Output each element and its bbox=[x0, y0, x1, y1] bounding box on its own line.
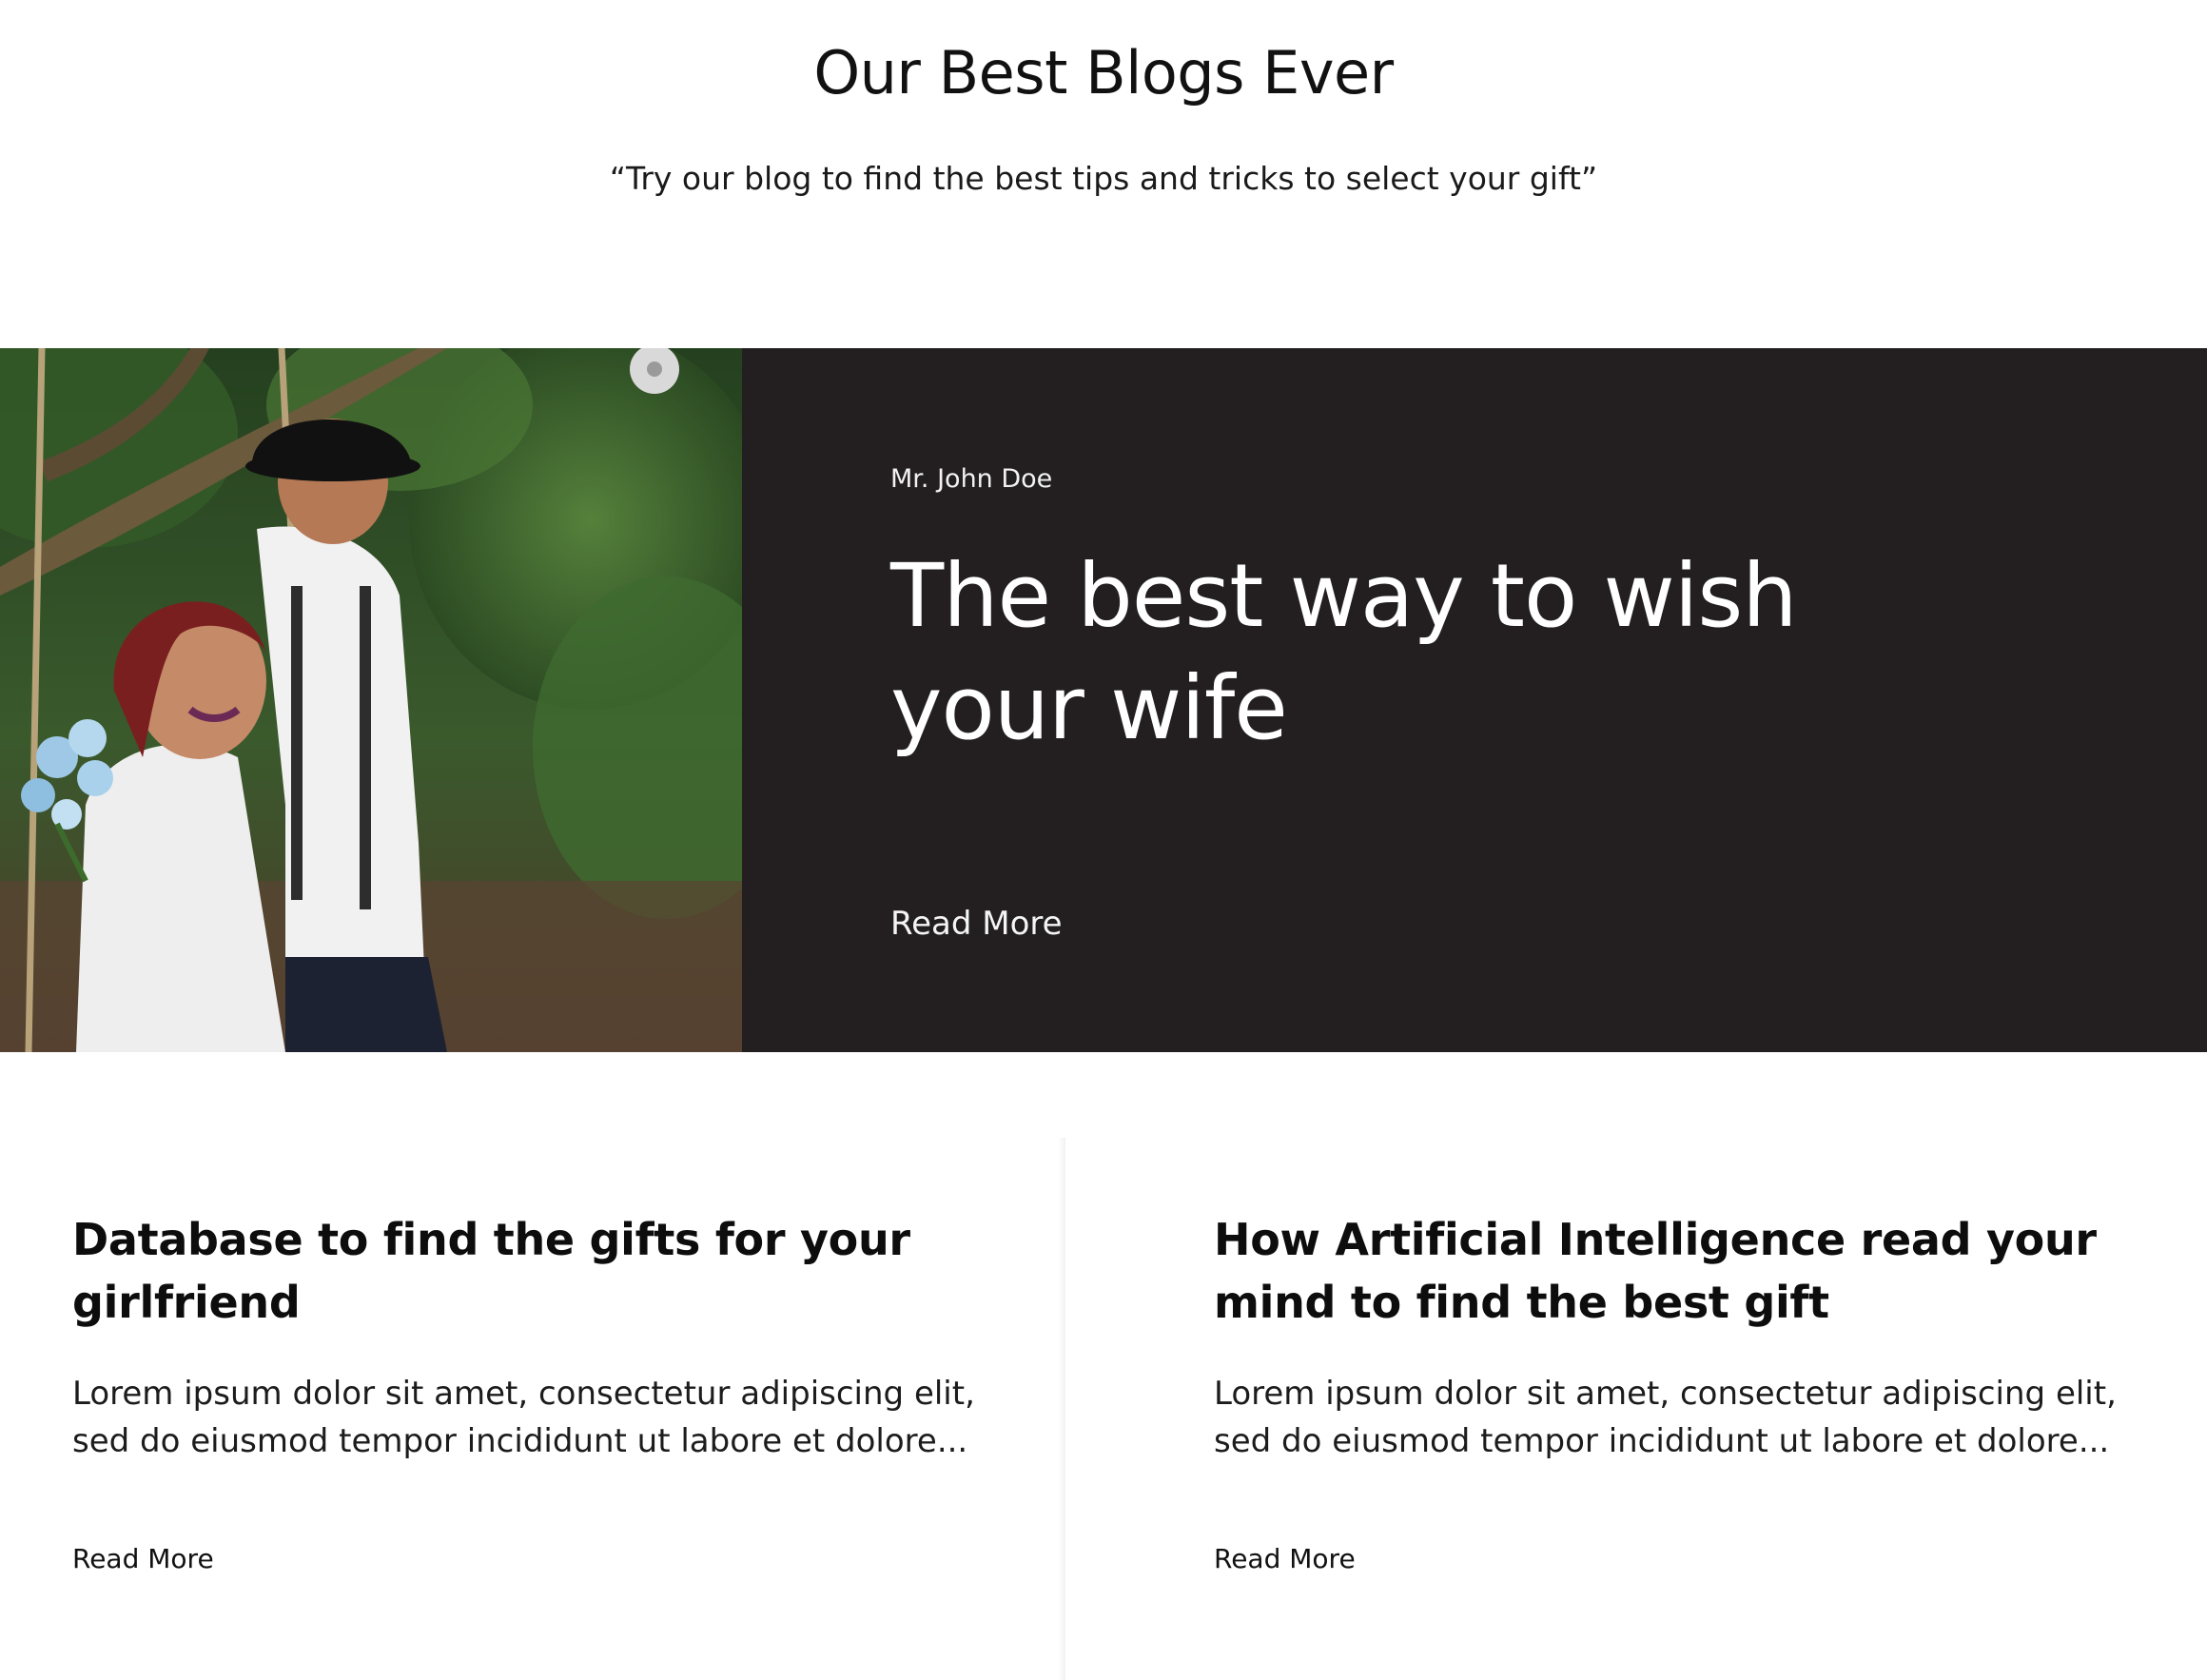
featured-post: Mr. John Doe The best way to wish your w… bbox=[0, 348, 2207, 1052]
featured-post-image[interactable] bbox=[0, 348, 742, 1052]
couple-swing-photo bbox=[0, 348, 742, 1052]
featured-post-title[interactable]: The best way to wish your wife bbox=[890, 540, 1842, 765]
section-title: Our Best Blogs Ever bbox=[813, 38, 1394, 107]
blog-card-ai-gift: How Artificial Intelligence read your mi… bbox=[1065, 1052, 2207, 1680]
featured-post-author: Mr. John Doe bbox=[890, 464, 1053, 494]
blog-card-read-more-link[interactable]: Read More bbox=[1214, 1543, 1356, 1574]
featured-read-more-link[interactable]: Read More bbox=[890, 905, 1063, 943]
blog-section: Our Best Blogs Ever “Try our blog to fin… bbox=[0, 0, 2207, 1680]
blog-card-excerpt: Lorem ipsum dolor sit amet, consectetur … bbox=[1214, 1375, 2117, 1460]
blog-card-title[interactable]: Database to find the gifts for your girl… bbox=[72, 1208, 986, 1334]
featured-post-panel: Mr. John Doe The best way to wish your w… bbox=[742, 348, 2207, 1052]
section-subtitle: “Try our blog to find the best tips and … bbox=[609, 160, 1598, 197]
blog-card-read-more-link[interactable]: Read More bbox=[72, 1543, 214, 1574]
blog-card-title[interactable]: How Artificial Intelligence read your mi… bbox=[1214, 1208, 2127, 1334]
blog-card-excerpt: Lorem ipsum dolor sit amet, consectetur … bbox=[72, 1375, 975, 1460]
blog-card-gifts-girlfriend: Database to find the gifts for your girl… bbox=[0, 1052, 1065, 1680]
